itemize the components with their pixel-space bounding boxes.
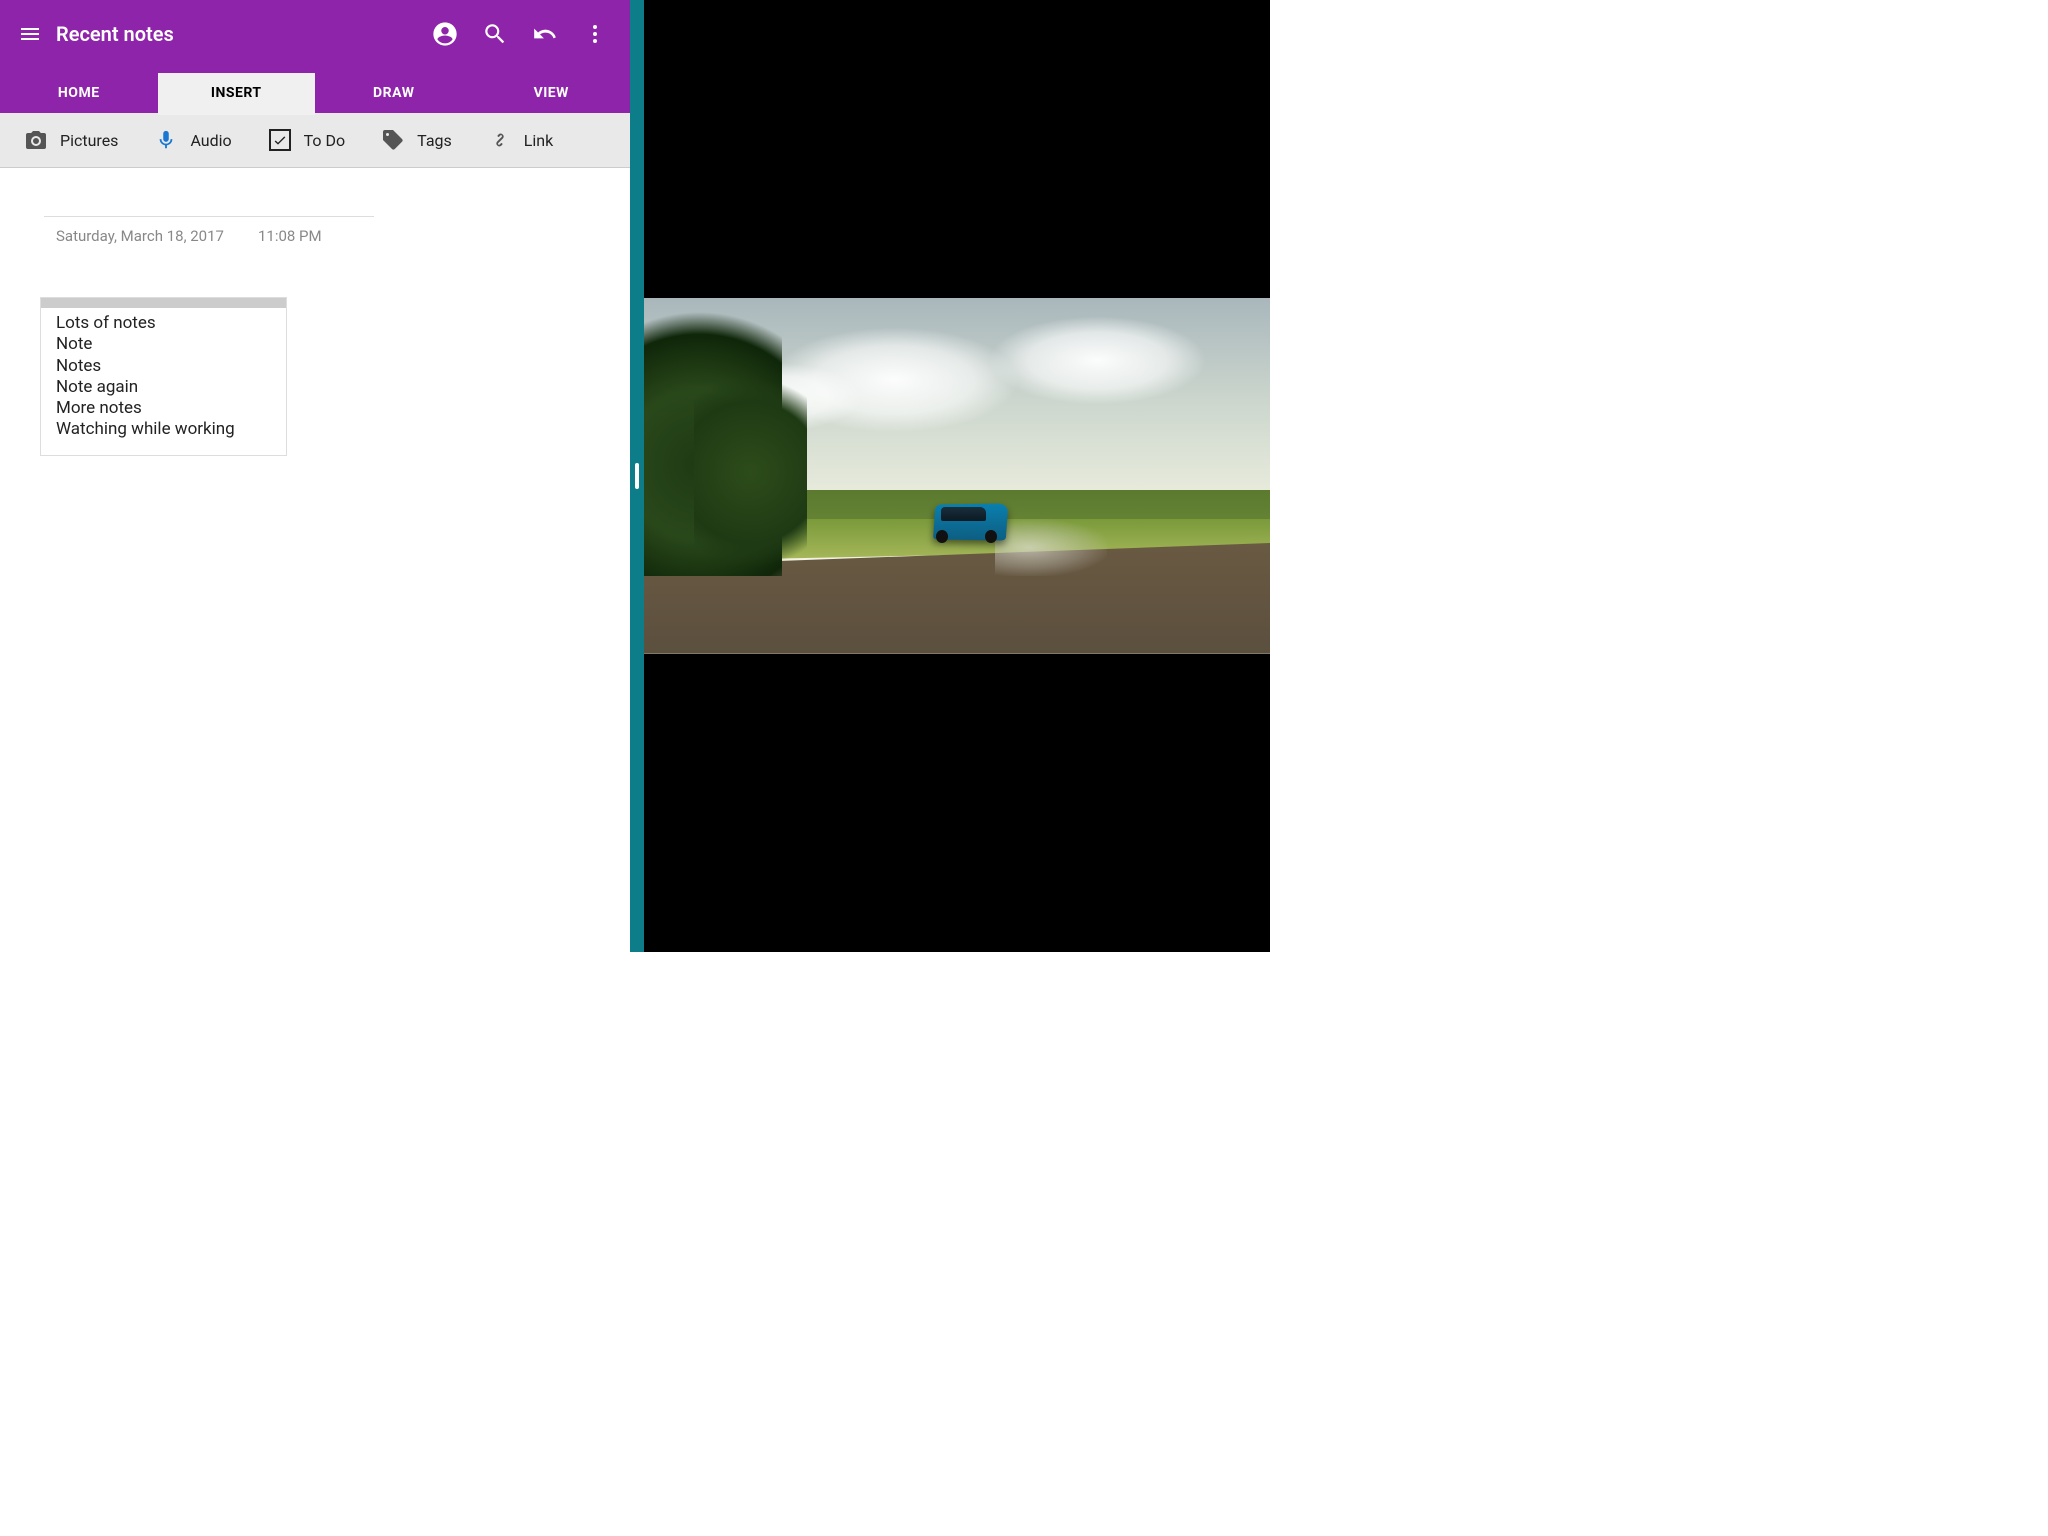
- note-line[interactable]: More notes: [56, 398, 271, 419]
- note-drag-handle[interactable]: [41, 298, 286, 308]
- link-icon: [488, 128, 512, 152]
- split-screen-divider[interactable]: [630, 0, 644, 952]
- microphone-icon: [154, 128, 178, 152]
- video-tire-smoke: [995, 519, 1108, 576]
- insert-tags-label: Tags: [417, 131, 452, 150]
- account-circle-icon: [431, 20, 459, 48]
- note-canvas[interactable]: Saturday, March 18, 2017 11:08 PM Lots o…: [0, 168, 630, 952]
- account-button[interactable]: [420, 20, 470, 48]
- search-button[interactable]: [470, 21, 520, 47]
- tag-icon: [381, 128, 405, 152]
- more-vert-icon: [583, 22, 607, 46]
- tab-home[interactable]: HOME: [0, 73, 158, 113]
- tab-view[interactable]: VIEW: [473, 73, 631, 113]
- ribbon-tabs: HOME INSERT DRAW VIEW: [0, 68, 630, 113]
- insert-audio[interactable]: Audio: [136, 128, 249, 152]
- video-player-app[interactable]: [644, 0, 1270, 952]
- note-line[interactable]: Note again: [56, 377, 271, 398]
- video-frame[interactable]: [644, 298, 1270, 653]
- insert-link-label: Link: [524, 131, 553, 150]
- video-trees-left: [694, 369, 807, 575]
- search-icon: [482, 21, 508, 47]
- video-cloud: [988, 316, 1207, 405]
- insert-pictures-label: Pictures: [60, 131, 118, 150]
- title-underline: [44, 216, 374, 217]
- insert-tags[interactable]: Tags: [363, 128, 470, 152]
- app-title: Recent notes: [56, 22, 174, 46]
- note-time: 11:08 PM: [258, 227, 322, 245]
- app-bar: Recent notes: [0, 0, 630, 68]
- insert-audio-label: Audio: [190, 131, 231, 150]
- insert-ribbon: Pictures Audio To Do Tags Link: [0, 113, 630, 168]
- divider-grip-icon: [635, 463, 639, 489]
- undo-icon: [532, 21, 558, 47]
- checkbox-icon: [268, 128, 292, 152]
- note-line[interactable]: Watching while working: [56, 419, 271, 440]
- note-container[interactable]: Lots of notes Note Notes Note again More…: [40, 297, 287, 456]
- insert-todo[interactable]: To Do: [250, 128, 364, 152]
- insert-todo-label: To Do: [304, 131, 346, 150]
- hamburger-icon: [18, 22, 42, 46]
- note-line[interactable]: Lots of notes: [56, 313, 271, 334]
- video-car: [932, 504, 1007, 540]
- note-header: Saturday, March 18, 2017 11:08 PM: [4, 186, 626, 251]
- note-line[interactable]: Notes: [56, 356, 271, 377]
- onenote-app: Recent notes HOME INSERT DRAW VIEW Pictu…: [0, 0, 630, 952]
- undo-button[interactable]: [520, 21, 570, 47]
- note-date: Saturday, March 18, 2017: [56, 227, 224, 245]
- menu-button[interactable]: [10, 22, 50, 46]
- insert-pictures[interactable]: Pictures: [6, 128, 136, 152]
- note-line[interactable]: Note: [56, 334, 271, 355]
- tab-insert[interactable]: INSERT: [158, 73, 316, 113]
- overflow-button[interactable]: [570, 22, 620, 46]
- insert-link[interactable]: Link: [470, 128, 571, 152]
- tab-draw[interactable]: DRAW: [315, 73, 473, 113]
- camera-icon: [24, 128, 48, 152]
- note-text[interactable]: Lots of notes Note Notes Note again More…: [41, 308, 286, 455]
